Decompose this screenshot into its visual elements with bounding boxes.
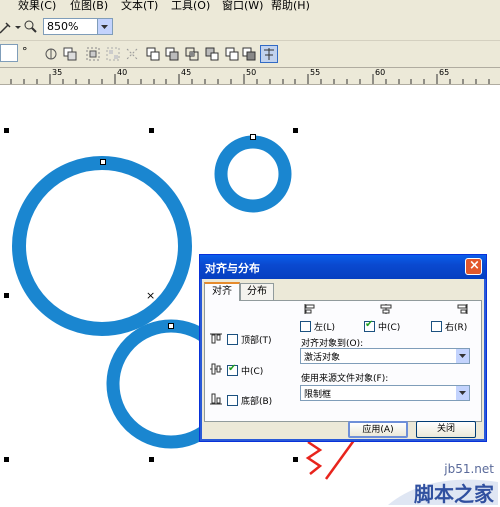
source-label: 使用来源文件对象(F): <box>301 374 389 384</box>
selection-handle[interactable] <box>4 293 9 298</box>
ruler-label: 50 <box>246 68 257 77</box>
rotation-input[interactable] <box>0 44 18 62</box>
ruler-label: 35 <box>52 68 63 77</box>
ungroup-icon[interactable] <box>85 46 101 62</box>
selection-handle[interactable] <box>149 128 154 133</box>
checkmark-icon: ✔ <box>365 319 374 330</box>
chevron-down-icon[interactable] <box>97 19 112 34</box>
align-bottom-label: 底部(B) <box>241 397 273 407</box>
align-center-v-label: 中(C) <box>241 367 264 377</box>
align-distribute-dialog: 对齐与分布 × 对齐 分布 左(L) ✔ 中(C) 右(R) 对齐对象到(O):… <box>199 254 487 442</box>
align-distribute-icon[interactable] <box>260 45 278 63</box>
chevron-down-icon[interactable] <box>456 386 469 400</box>
ruler-label: 55 <box>310 68 321 77</box>
intersect-icon[interactable] <box>184 46 200 62</box>
align-bottom-checkbox[interactable] <box>227 395 238 406</box>
menu-help[interactable]: 帮助(H) <box>271 0 310 13</box>
watermark-site: jb51.net <box>444 462 494 476</box>
standard-toolbar: 850% <box>0 14 500 41</box>
menu-bitmaps[interactable]: 位图(B) <box>70 0 108 13</box>
menu-effects[interactable]: 效果(C) <box>18 0 56 13</box>
ruler-label: 40 <box>117 68 128 77</box>
horizontal-ruler[interactable]: 35 40 45 50 55 60 65 <box>0 67 500 85</box>
align-left-checkbox[interactable] <box>300 321 311 332</box>
align-bottom-icon <box>210 393 222 405</box>
selection-handle[interactable] <box>149 457 154 462</box>
menu-window[interactable]: 窗口(W) <box>222 0 263 13</box>
ungroup-all-icon[interactable] <box>105 46 121 62</box>
align-to-value: 激活对象 <box>304 353 341 363</box>
checkmark-icon: ✔ <box>228 363 237 374</box>
ring-node[interactable] <box>168 323 174 329</box>
align-to-select[interactable]: 激活对象 <box>300 348 470 364</box>
tab-align[interactable]: 对齐 <box>204 282 240 301</box>
close-icon: × <box>469 258 480 273</box>
menu-tools[interactable]: 工具(O) <box>171 0 210 13</box>
trim-icon[interactable] <box>164 46 180 62</box>
dialog-title-bar[interactable]: 对齐与分布 × <box>200 255 486 279</box>
align-left-label: 左(L) <box>314 323 336 333</box>
align-right-label: 右(R) <box>445 323 468 333</box>
mirror-icon[interactable] <box>43 46 59 62</box>
apply-button[interactable]: 应用(A) <box>348 421 408 438</box>
align-center-v-checkbox[interactable]: ✔ <box>227 363 238 376</box>
zoom-level-select[interactable]: 850% <box>43 18 113 35</box>
align-right-icon <box>457 304 468 314</box>
align-center-h-checkbox[interactable]: ✔ <box>364 319 375 332</box>
annotation-mark <box>305 440 323 475</box>
align-top-label: 顶部(T) <box>241 336 272 346</box>
degree-symbol: ° <box>22 45 28 58</box>
selection-handle[interactable] <box>293 128 298 133</box>
align-tab-panel: 左(L) ✔ 中(C) 右(R) 对齐对象到(O): 激活对象 使用来源文件对象… <box>204 300 482 422</box>
menu-text[interactable]: 文本(T) <box>121 0 158 13</box>
small-ring <box>214 135 292 213</box>
weld-icon[interactable] <box>145 46 161 62</box>
menu-bar: 效果(C) 位图(B) 文本(T) 工具(O) 窗口(W) 帮助(H) <box>0 0 500 14</box>
align-center-h-icon <box>380 304 392 314</box>
dropdown-arrow-icon[interactable] <box>10 19 21 35</box>
simplify-icon[interactable] <box>204 46 220 62</box>
align-top-checkbox[interactable] <box>227 334 238 345</box>
align-right-checkbox[interactable] <box>431 321 442 332</box>
tab-distribute[interactable]: 分布 <box>240 283 274 300</box>
property-bar: ° <box>0 41 500 67</box>
selection-handle[interactable] <box>4 457 9 462</box>
watermark: jb51.net 脚本之家 <box>388 462 498 506</box>
source-select[interactable]: 限制框 <box>300 385 470 401</box>
ring-node[interactable] <box>100 159 106 165</box>
front-minus-back-icon[interactable] <box>224 46 240 62</box>
source-value: 限制框 <box>304 390 332 400</box>
selection-handle[interactable] <box>293 457 298 462</box>
dialog-title: 对齐与分布 <box>205 262 260 275</box>
align-center-h-label: 中(C) <box>378 323 401 333</box>
ring-node[interactable] <box>250 134 256 140</box>
align-center-v-icon <box>210 363 222 375</box>
zoom-level-value: 850% <box>47 20 79 33</box>
dialog-close-button[interactable]: × <box>465 258 482 275</box>
align-top-icon <box>210 333 222 344</box>
watermark-name: 脚本之家 <box>414 482 494 506</box>
back-minus-front-icon[interactable] <box>241 46 257 62</box>
ruler-label: 65 <box>439 68 450 77</box>
ruler-label: 60 <box>375 68 386 77</box>
zoom-tool-icon[interactable] <box>22 18 38 34</box>
center-marker: × <box>146 289 156 302</box>
chevron-down-icon[interactable] <box>456 349 469 363</box>
combine-icon[interactable] <box>124 46 140 62</box>
close-button[interactable]: 关闭 <box>416 421 476 438</box>
ruler-label: 45 <box>181 68 192 77</box>
large-ring <box>12 156 192 336</box>
group-icon[interactable] <box>62 46 78 62</box>
align-left-icon <box>304 304 315 314</box>
selection-handle[interactable] <box>4 128 9 133</box>
